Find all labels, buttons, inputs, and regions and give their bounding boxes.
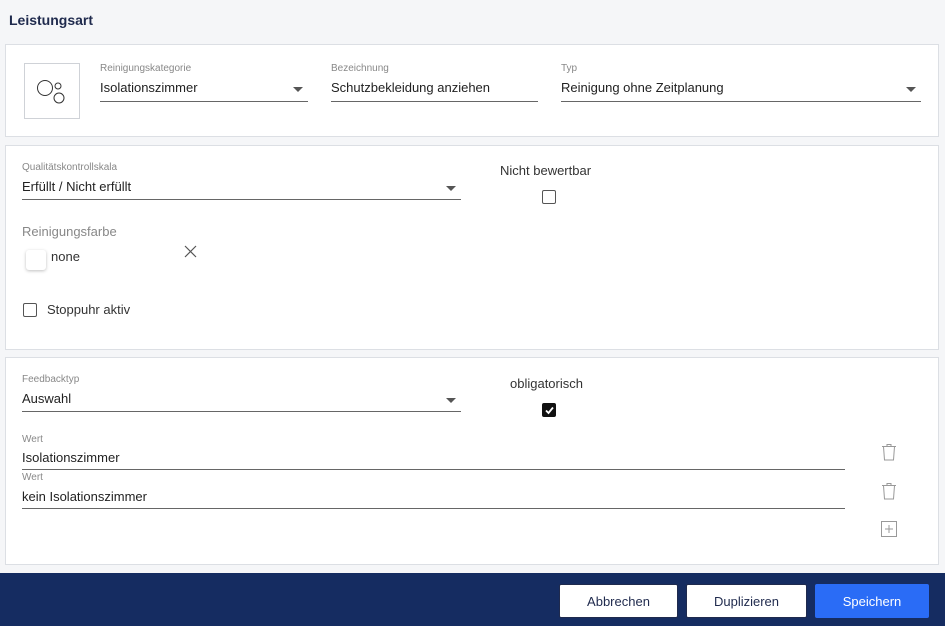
quality-scale-select[interactable]: Qualitätskontrollskala Erfüllt / Nicht e… <box>22 162 461 202</box>
page-title: Leistungsart <box>9 12 94 28</box>
cancel-button[interactable]: Abbrechen <box>559 584 678 618</box>
quality-scale-label: Qualitätskontrollskala <box>22 162 118 173</box>
value-underline <box>22 469 845 470</box>
name-label: Bezeichnung <box>331 63 389 74</box>
duplicate-button[interactable]: Duplizieren <box>686 584 807 618</box>
trash-icon[interactable] <box>879 481 899 501</box>
chevron-down-icon <box>293 87 303 92</box>
add-icon[interactable] <box>879 519 899 539</box>
color-label: Reinigungsfarbe <box>22 224 117 239</box>
stopwatch-label: Stoppuhr aktiv <box>47 302 131 317</box>
type-label: Typ <box>561 63 578 74</box>
type-underline <box>561 101 921 102</box>
category-value: Isolationszimmer <box>100 80 198 95</box>
value-underline <box>22 508 845 509</box>
category-underline <box>100 101 308 102</box>
value-label: Wert <box>22 434 43 445</box>
feedback-type-value: Auswahl <box>22 391 72 406</box>
category-select[interactable]: Reinigungskategorie Isolationszimmer <box>100 63 308 103</box>
value-text: Isolationszimmer <box>22 450 120 465</box>
value-text: kein Isolationszimmer <box>22 489 147 504</box>
mandatory-checkbox[interactable] <box>542 403 556 417</box>
color-value: none <box>51 249 80 264</box>
stopwatch-checkbox[interactable] <box>23 303 37 317</box>
name-underline <box>331 101 538 102</box>
quality-card: Qualitätskontrollskala Erfüllt / Nicht e… <box>5 145 939 350</box>
chevron-down-icon <box>906 87 916 92</box>
general-card: Reinigungskategorie Isolationszimmer Bez… <box>5 44 939 137</box>
circles-icon <box>37 80 65 104</box>
footer-bar: Abbrechen Duplizieren Speichern <box>0 573 945 626</box>
chevron-down-icon <box>446 398 456 403</box>
close-icon[interactable] <box>181 242 201 262</box>
feedback-type-label: Feedbacktyp <box>22 374 80 385</box>
type-select[interactable]: Typ Reinigung ohne Zeitplanung <box>561 63 921 103</box>
feedback-card: Feedbacktyp Auswahl obligatorisch Wert I… <box>5 357 939 565</box>
color-swatch[interactable] <box>26 250 46 270</box>
value-input[interactable]: Wert Isolationszimmer <box>22 434 845 471</box>
not-ratable-checkbox[interactable] <box>542 190 556 204</box>
quality-scale-value: Erfüllt / Nicht erfüllt <box>22 179 132 194</box>
trash-icon[interactable] <box>879 442 899 462</box>
name-input[interactable]: Bezeichnung Schutzbekleidung anziehen <box>331 63 538 103</box>
chevron-down-icon <box>446 186 456 191</box>
name-value: Schutzbekleidung anziehen <box>331 80 491 95</box>
save-button[interactable]: Speichern <box>815 584 929 618</box>
mandatory-label: obligatorisch <box>510 376 583 391</box>
feedback-type-select[interactable]: Feedbacktyp Auswahl <box>22 374 461 414</box>
quality-scale-underline <box>22 199 461 200</box>
not-ratable-label: Nicht bewertbar <box>500 163 592 178</box>
type-value: Reinigung ohne Zeitplanung <box>561 80 724 95</box>
value-label: Wert <box>22 472 43 483</box>
category-icon[interactable] <box>24 63 80 119</box>
feedback-type-underline <box>22 411 461 412</box>
category-label: Reinigungskategorie <box>100 63 192 74</box>
checkmark-icon <box>544 406 554 414</box>
value-input[interactable]: Wert kein Isolationszimmer <box>22 472 845 510</box>
